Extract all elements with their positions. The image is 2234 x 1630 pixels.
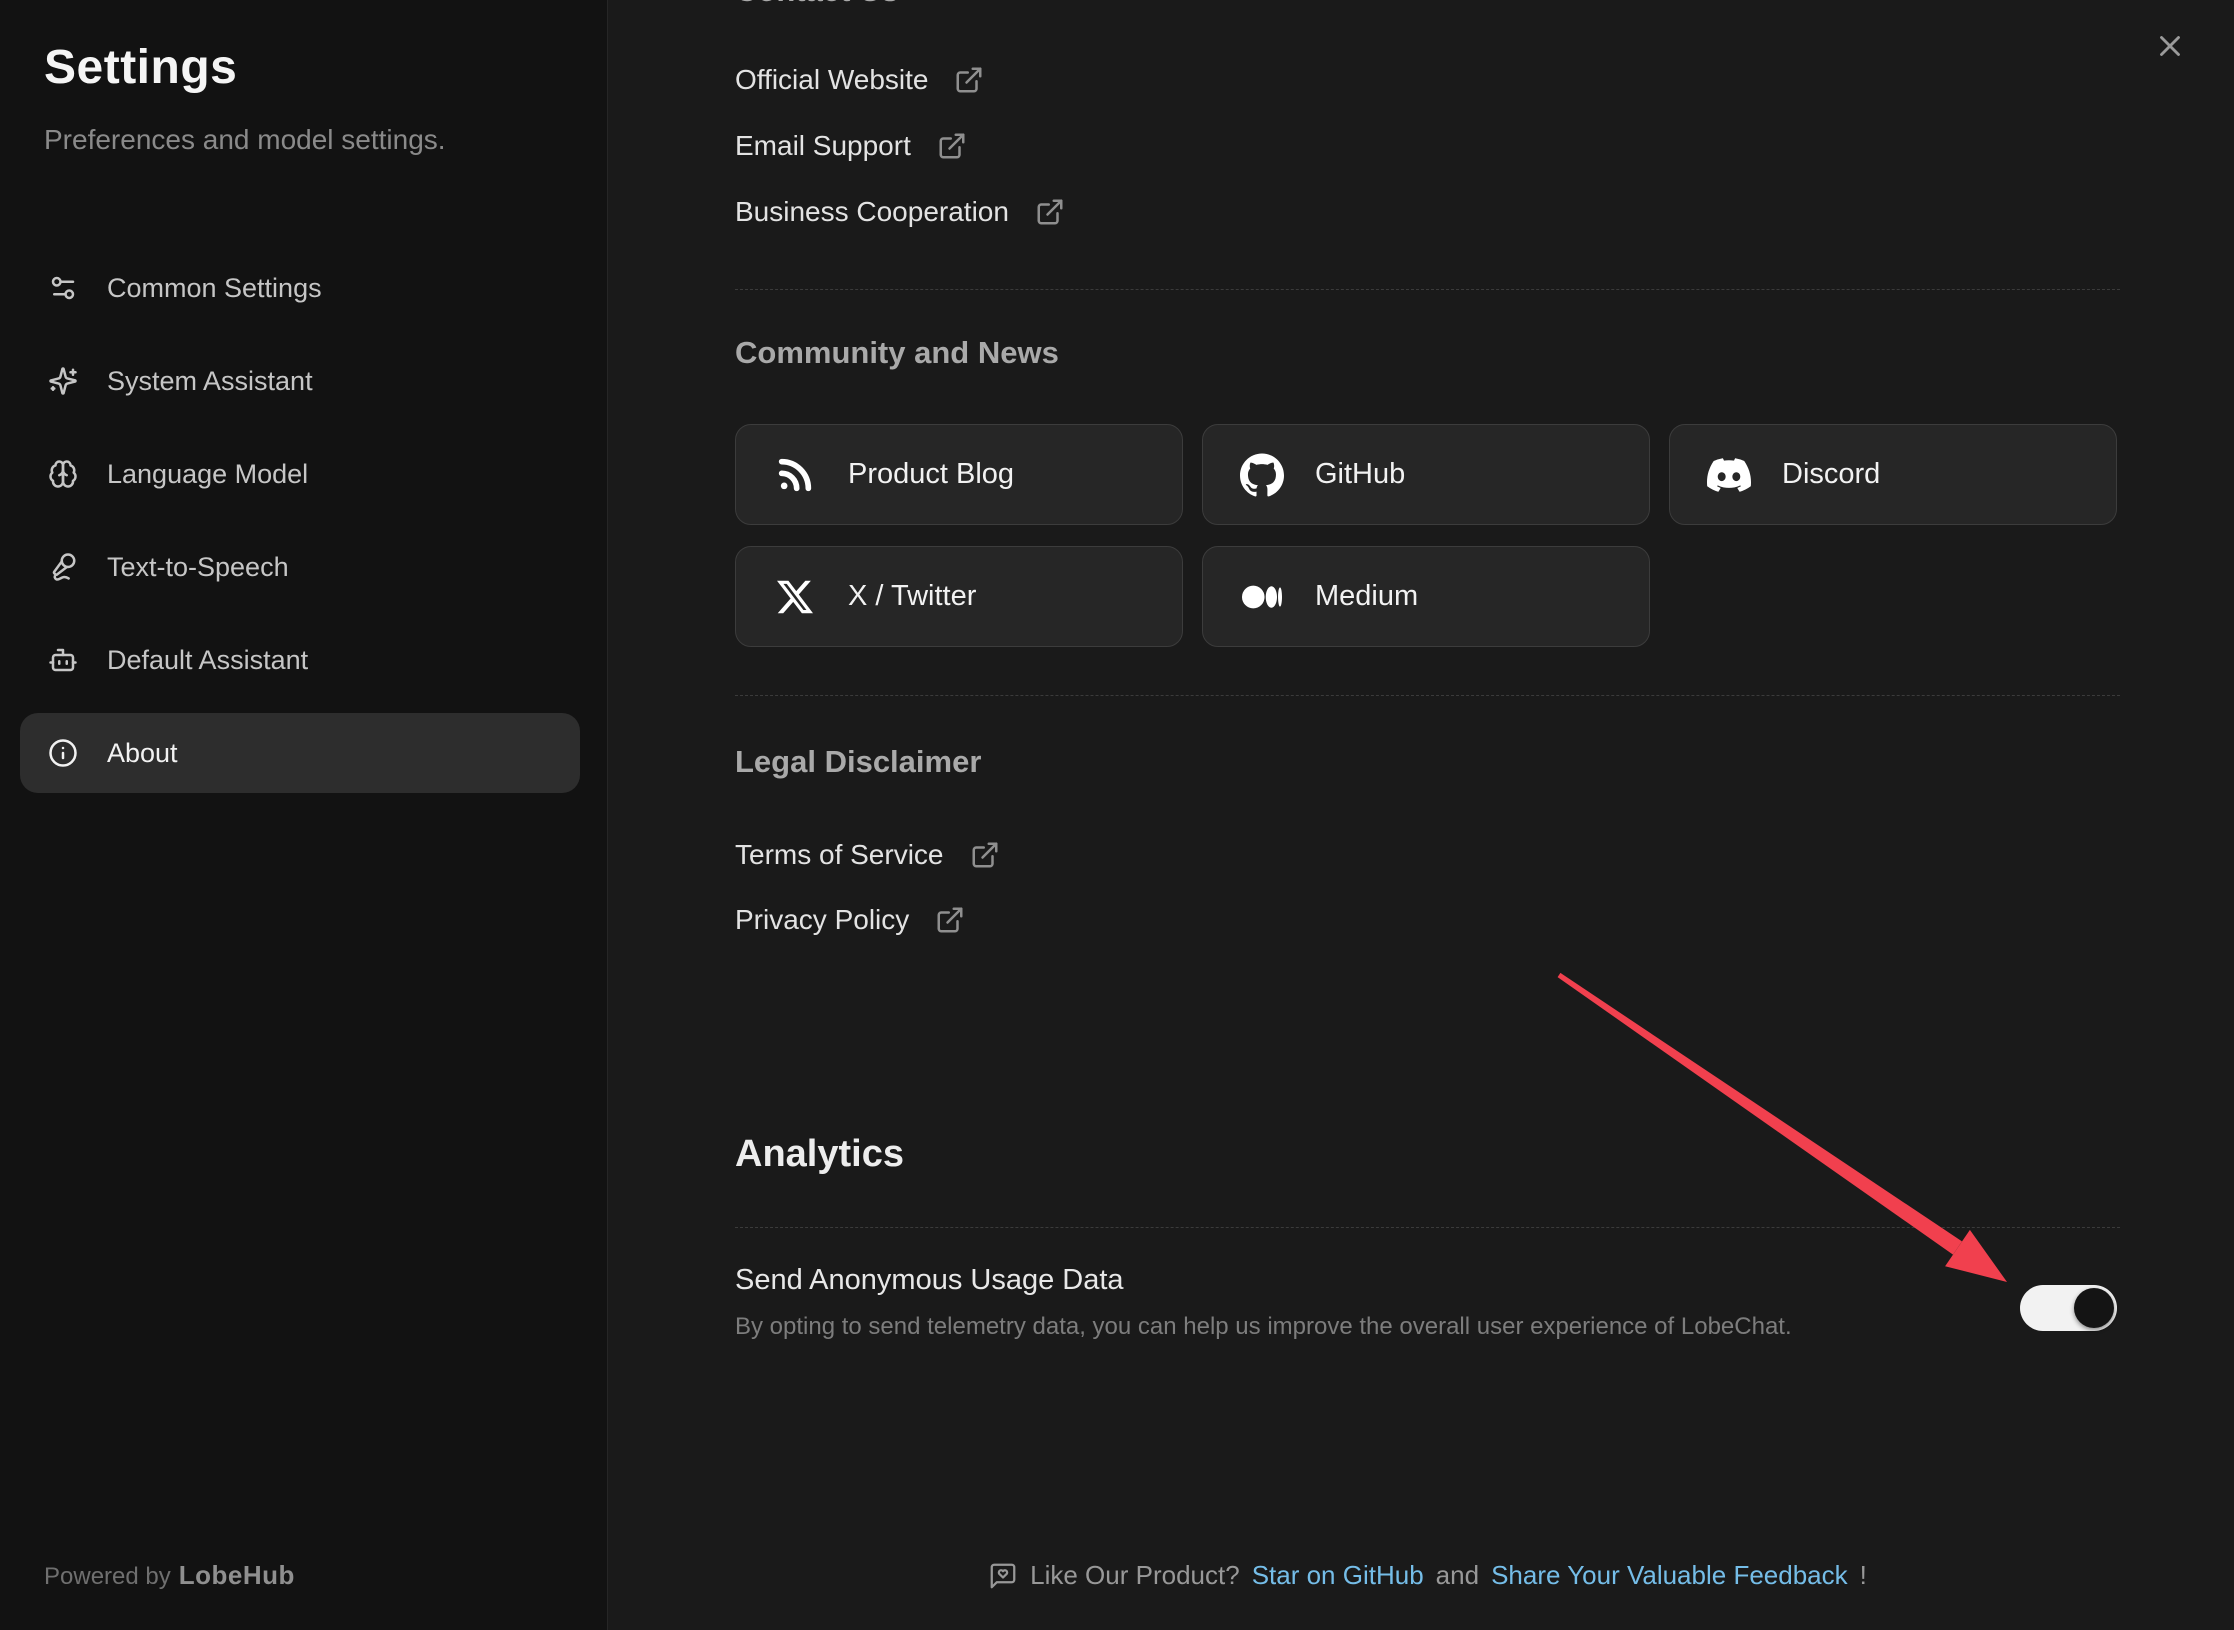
sidebar-item-label: About <box>107 738 178 769</box>
usage-data-label: Send Anonymous Usage Data <box>735 1258 1124 1302</box>
section-divider <box>735 289 2120 290</box>
sidebar-item-label: Text-to-Speech <box>107 552 289 583</box>
section-divider <box>735 1227 2120 1228</box>
card-label: X / Twitter <box>848 580 976 613</box>
contact-heading: Contact Us <box>735 0 899 12</box>
card-label: Product Blog <box>848 458 1014 491</box>
usage-data-description: By opting to send telemetry data, you ca… <box>735 1310 1792 1344</box>
share-feedback-link[interactable]: Share Your Valuable Feedback <box>1491 1560 1848 1591</box>
external-link-icon <box>1035 197 1065 227</box>
analytics-heading: Analytics <box>735 1128 904 1180</box>
sliders-icon <box>47 272 79 304</box>
bot-icon <box>47 644 79 676</box>
settings-modal: Settings Preferences and model settings.… <box>0 0 2234 1630</box>
privacy-policy-link[interactable]: Privacy Policy <box>735 898 965 942</box>
sidebar-item-default-assistant[interactable]: Default Assistant <box>20 620 580 700</box>
lobehub-logo[interactable]: LobeHub <box>179 1560 295 1590</box>
footer-text: and <box>1436 1560 1479 1591</box>
external-link-icon <box>935 905 965 935</box>
sidebar-item-label: Default Assistant <box>107 645 308 676</box>
sidebar-item-text-to-speech[interactable]: Text-to-Speech <box>20 527 580 607</box>
page-subtitle: Preferences and model settings. <box>44 124 446 156</box>
sidebar-item-label: System Assistant <box>107 366 313 397</box>
discord-icon <box>1706 453 1752 497</box>
close-icon <box>2153 29 2187 63</box>
sidebar-item-language-model[interactable]: Language Model <box>20 434 580 514</box>
card-label: Medium <box>1315 580 1418 613</box>
external-link-icon <box>970 840 1000 870</box>
powered-by-label: Powered by <box>44 1563 171 1590</box>
link-label: Business Cooperation <box>735 196 1009 228</box>
feedback-footer: Like Our Product? Star on GitHub and Sha… <box>735 1560 2120 1591</box>
rss-icon <box>772 455 818 495</box>
settings-content: Contact Us Official Website Email Suppor… <box>608 0 2234 1630</box>
star-on-github-link[interactable]: Star on GitHub <box>1252 1560 1424 1591</box>
x-icon <box>772 579 818 615</box>
sidebar-item-common-settings[interactable]: Common Settings <box>20 248 580 328</box>
link-label: Privacy Policy <box>735 904 909 936</box>
business-cooperation-link[interactable]: Business Cooperation <box>735 190 1065 234</box>
mic-icon <box>47 551 79 583</box>
powered-by: Powered by LobeHub <box>44 1560 295 1591</box>
email-support-link[interactable]: Email Support <box>735 124 967 168</box>
link-label: Terms of Service <box>735 839 944 871</box>
close-button[interactable] <box>2148 24 2192 68</box>
community-heading: Community and News <box>735 332 1059 374</box>
about-page: Contact Us Official Website Email Suppor… <box>735 0 2120 1630</box>
sidebar-nav: Common Settings System Assistant Languag… <box>20 248 580 806</box>
github-card[interactable]: GitHub <box>1202 424 1650 525</box>
github-icon <box>1239 453 1285 497</box>
usage-toggle[interactable] <box>2020 1285 2117 1331</box>
brain-icon <box>47 458 79 490</box>
footer-text: Like Our Product? <box>1030 1560 1240 1591</box>
section-divider <box>735 695 2120 696</box>
message-heart-icon <box>988 1561 1018 1591</box>
discord-card[interactable]: Discord <box>1669 424 2117 525</box>
footer-text: ! <box>1860 1560 1867 1591</box>
sidebar-item-label: Language Model <box>107 459 308 490</box>
info-icon <box>47 737 79 769</box>
medium-card[interactable]: Medium <box>1202 546 1650 647</box>
page-title: Settings <box>44 40 237 95</box>
link-label: Official Website <box>735 64 928 96</box>
sidebar-item-label: Common Settings <box>107 273 322 304</box>
card-label: Discord <box>1782 458 1880 491</box>
legal-heading: Legal Disclaimer <box>735 741 981 783</box>
external-link-icon <box>937 131 967 161</box>
sidebar-item-system-assistant[interactable]: System Assistant <box>20 341 580 421</box>
medium-icon <box>1239 577 1285 617</box>
sparkles-icon <box>47 365 79 397</box>
sidebar-item-about[interactable]: About <box>20 713 580 793</box>
official-website-link[interactable]: Official Website <box>735 58 984 102</box>
toggle-knob <box>2074 1288 2114 1328</box>
x-twitter-card[interactable]: X / Twitter <box>735 546 1183 647</box>
product-blog-card[interactable]: Product Blog <box>735 424 1183 525</box>
card-label: GitHub <box>1315 458 1405 491</box>
terms-of-service-link[interactable]: Terms of Service <box>735 833 1000 877</box>
sidebar: Settings Preferences and model settings.… <box>0 0 608 1630</box>
external-link-icon <box>954 65 984 95</box>
link-label: Email Support <box>735 130 911 162</box>
